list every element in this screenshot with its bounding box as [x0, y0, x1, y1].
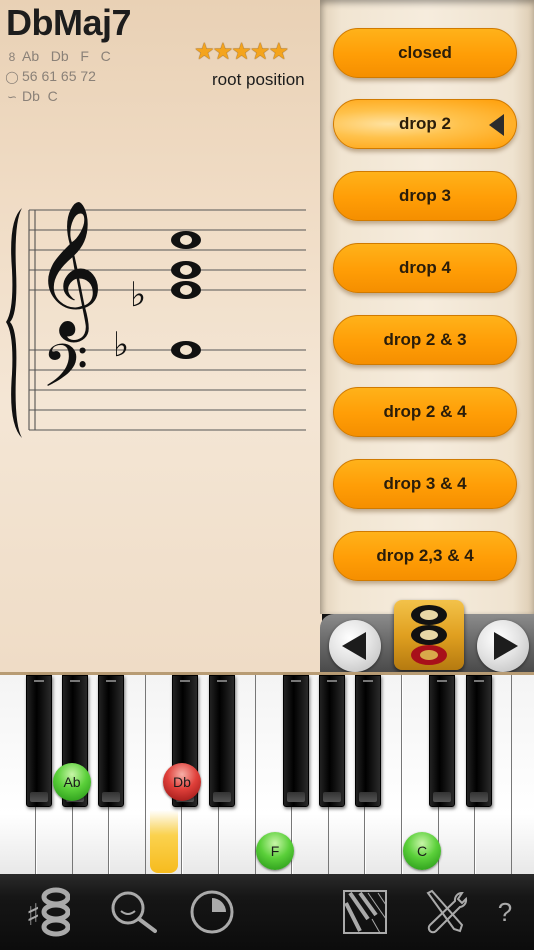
voicing-label: drop 3 & 4 — [383, 474, 467, 493]
chord-stack-icon: ♯ — [26, 887, 70, 937]
note-names-row: 8 Ab Db F C — [5, 48, 111, 64]
bass-flat: ♭ — [113, 325, 129, 365]
note-Ab3 — [171, 341, 201, 359]
brace — [6, 208, 22, 438]
voicing-button-drop-2-3[interactable]: drop 2 & 3 — [333, 315, 517, 365]
black-key[interactable] — [466, 675, 492, 807]
selected-arrow-icon — [489, 114, 504, 136]
midi-icon: ◯ — [5, 70, 19, 84]
piano-keyboard: Ab Db F C — [0, 672, 534, 874]
grand-staff: 𝄞 𝄢 ♭ ♭ — [6, 198, 306, 438]
svg-text:♯: ♯ — [26, 898, 41, 933]
note-F4 — [171, 261, 201, 279]
arrow-right-icon — [494, 632, 518, 660]
bass-clef-icon: 𝄢 — [42, 331, 88, 415]
voicing-panel: closed drop 2 drop 3 drop 4 drop 2 & 3 d… — [320, 0, 534, 614]
black-key[interactable] — [355, 675, 381, 807]
search-icon — [111, 891, 157, 933]
midi-row: ◯ 56 61 65 72 — [5, 68, 96, 84]
marker-label: F — [270, 843, 280, 859]
midi-numbers: 56 61 65 72 — [22, 68, 96, 84]
voicing-label: closed — [398, 43, 452, 62]
play-chord-button[interactable] — [394, 600, 464, 670]
voicing-button-drop-2-4[interactable]: drop 2 & 4 — [333, 387, 517, 437]
voicing-button-drop-2[interactable]: drop 2 — [333, 99, 517, 149]
marker-label: Ab — [63, 774, 81, 790]
note-names: Ab Db F C — [22, 48, 111, 64]
black-key[interactable] — [26, 675, 52, 807]
search-button[interactable] — [102, 882, 162, 942]
note-Db4 — [171, 281, 201, 299]
chord-notes-icon: 8 — [8, 50, 16, 64]
bass-notes-icon: ∽ — [6, 90, 18, 104]
note-marker-ab[interactable]: Ab — [53, 763, 91, 801]
note-C5 — [171, 231, 201, 249]
settings-button[interactable] — [415, 882, 475, 942]
note-marker-db[interactable]: Db — [163, 763, 201, 801]
rating-stars[interactable]: ★★★★★ — [194, 38, 289, 65]
voicing-label: drop 3 — [399, 186, 451, 205]
timer-button[interactable] — [182, 882, 242, 942]
bass-row: ∽ Db C — [5, 88, 58, 104]
voicing-label: drop 4 — [399, 258, 451, 277]
piano-keys-icon — [343, 890, 387, 934]
black-key[interactable] — [209, 675, 235, 807]
tools-icon — [426, 889, 468, 934]
black-key[interactable] — [319, 675, 345, 807]
voicing-button-closed[interactable]: closed — [333, 28, 517, 78]
note-marker-c[interactable]: C — [403, 832, 441, 870]
voicing-label: drop 2 & 3 — [383, 330, 467, 349]
next-inversion-button[interactable] — [477, 620, 529, 672]
voicing-button-drop-3-4[interactable]: drop 3 & 4 — [333, 459, 517, 509]
previous-inversion-button[interactable] — [329, 620, 381, 672]
voicing-label: drop 2 & 4 — [383, 402, 467, 421]
voicing-button-drop-3[interactable]: drop 3 — [333, 171, 517, 221]
inversion-label: root position — [212, 70, 305, 89]
voicing-button-drop-2-3-4[interactable]: drop 2,3 & 4 — [333, 531, 517, 581]
chord-info-panel: DbMaj7 8 Ab Db F C ◯ 56 61 65 72 ∽ Db C ★★★… — [0, 0, 322, 672]
bottom-toolbar: ♯ ? — [0, 874, 534, 950]
marker-label: Db — [173, 774, 191, 790]
black-key[interactable] — [429, 675, 455, 807]
voicing-label: drop 2 — [399, 114, 451, 133]
help-button[interactable]: ? — [480, 882, 530, 942]
black-key[interactable] — [283, 675, 309, 807]
note-marker-f[interactable]: F — [256, 832, 294, 870]
chord-select-button[interactable]: ♯ — [18, 882, 78, 942]
voicing-button-drop-4[interactable]: drop 4 — [333, 243, 517, 293]
treble-flat: ♭ — [130, 275, 146, 315]
keyboard-view-button[interactable] — [335, 882, 395, 942]
pie-timer-icon — [190, 890, 234, 934]
chord-title: DbMaj7 — [6, 2, 132, 43]
treble-clef-icon: 𝄞 — [34, 198, 104, 342]
marker-label: C — [416, 843, 428, 859]
white-key[interactable] — [512, 675, 534, 874]
voicing-label: drop 2,3 & 4 — [376, 546, 474, 565]
bass-notes: Db C — [22, 88, 58, 104]
stacked-notes-icon — [411, 605, 447, 665]
pressed-key-highlight — [150, 810, 178, 873]
arrow-left-icon — [342, 632, 366, 660]
black-key[interactable] — [98, 675, 124, 807]
